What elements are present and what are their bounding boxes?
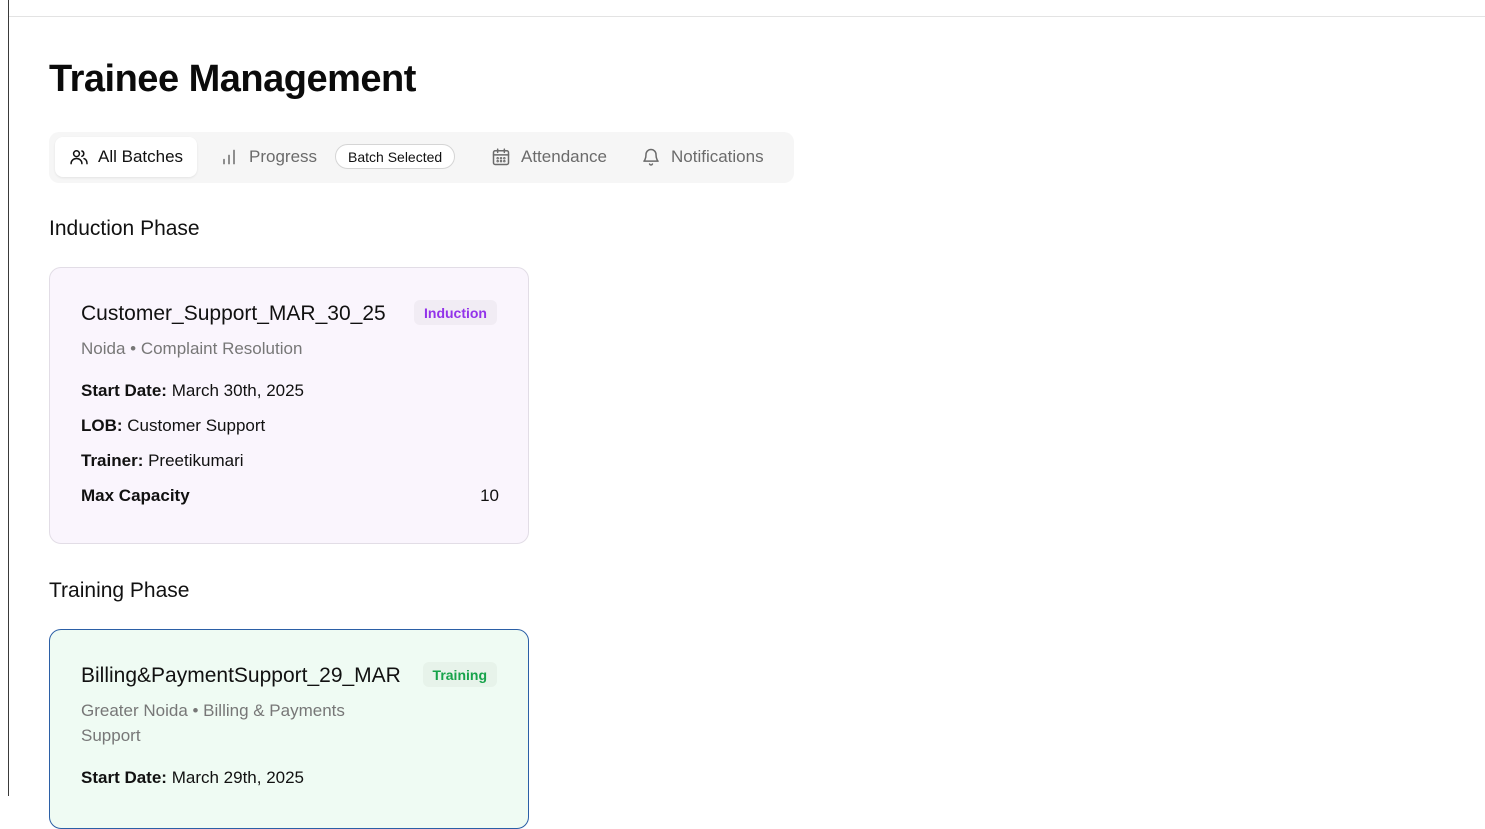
- batch-location: Noida • Complaint Resolution: [81, 339, 303, 358]
- tab-label: Progress: [249, 147, 318, 166]
- bar-chart-icon: [219, 147, 239, 167]
- batch-selected-badge: Batch Selected: [335, 144, 456, 169]
- lob-row: LOB: Customer Support: [81, 416, 499, 436]
- tab-label: Notifications: [671, 147, 764, 166]
- trainer-label: Trainer:: [81, 451, 144, 470]
- tab-all-batches[interactable]: All Batches: [55, 137, 198, 177]
- lob-value: Customer Support: [127, 416, 266, 435]
- capacity-value: 10: [480, 486, 499, 505]
- page-title: Trainee Management: [49, 58, 416, 100]
- start-date-value: March 30th, 2025: [171, 381, 305, 400]
- start-date-label: Start Date:: [81, 381, 167, 400]
- calendar-icon: [491, 147, 511, 167]
- batch-card-training[interactable]: Billing&PaymentSupport_29_MAR Training G…: [49, 629, 529, 829]
- tab-bar: All Batches Progress Batch Selected Atte…: [49, 132, 794, 183]
- start-date-row: Start Date: March 30th, 2025: [81, 381, 499, 401]
- batch-card-induction[interactable]: Customer_Support_MAR_30_25 Induction Noi…: [49, 267, 529, 544]
- users-icon: [69, 147, 89, 167]
- start-date-value: March 29th, 2025: [171, 768, 305, 787]
- batch-name: Customer_Support_MAR_30_25: [81, 302, 386, 325]
- tab-attendance[interactable]: Attendance: [491, 137, 607, 177]
- capacity-label: Max Capacity: [81, 486, 190, 505]
- start-date-row: Start Date: March 29th, 2025: [81, 768, 499, 788]
- top-bar: [9, 0, 1485, 17]
- phase-badge: Induction: [414, 300, 497, 325]
- batch-location: Greater Noida • Billing & Payments Suppo…: [81, 701, 345, 745]
- section-title-training: Training Phase: [49, 579, 190, 602]
- trainer-row: Trainer: Preetikumari: [81, 451, 499, 471]
- tab-label: Attendance: [521, 147, 608, 166]
- batch-name: Billing&PaymentSupport_29_MAR: [81, 664, 401, 687]
- tab-progress[interactable]: Progress: [219, 137, 317, 177]
- capacity-row: Max Capacity 10: [81, 486, 499, 506]
- section-title-induction: Induction Phase: [49, 217, 200, 240]
- tab-notifications[interactable]: Notifications: [641, 137, 764, 177]
- start-date-label: Start Date:: [81, 768, 167, 787]
- phase-badge: Training: [422, 662, 497, 687]
- app-frame: Trainee Management All Batches Progress …: [8, 0, 1485, 829]
- tab-label: All Batches: [98, 147, 184, 166]
- bell-icon: [641, 147, 661, 167]
- trainer-value: Preetikumari: [148, 451, 244, 470]
- lob-label: LOB:: [81, 416, 123, 435]
